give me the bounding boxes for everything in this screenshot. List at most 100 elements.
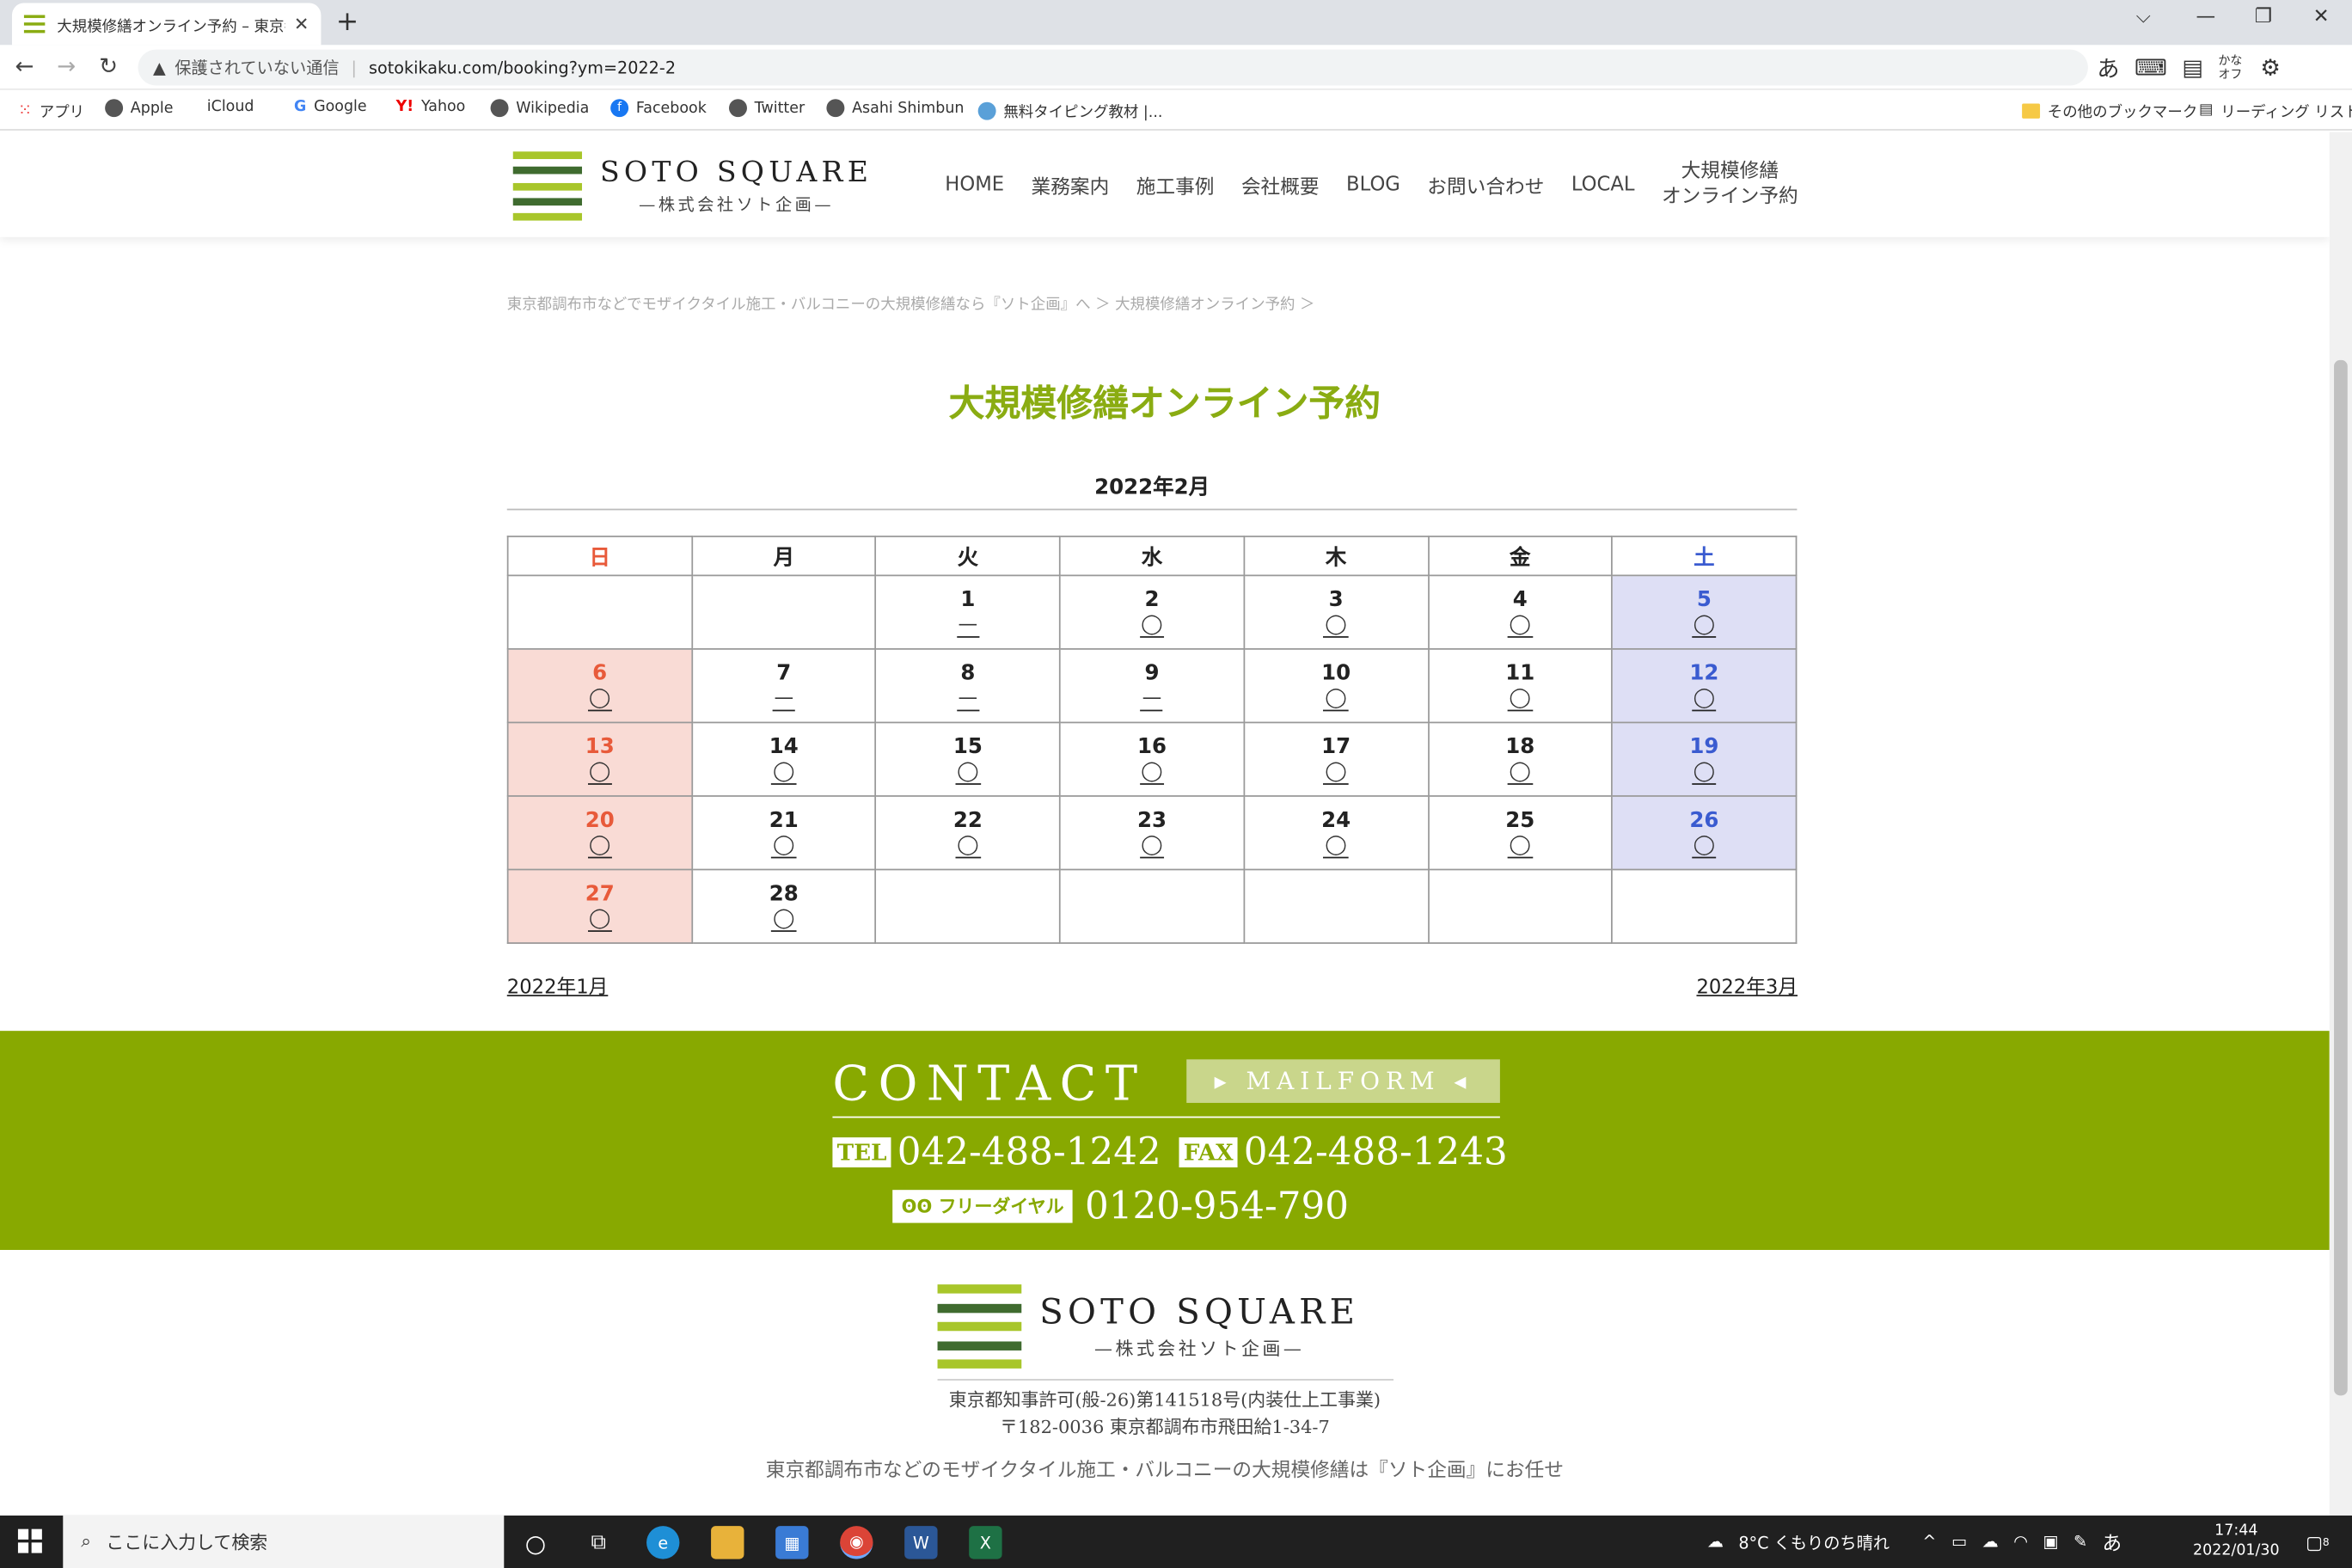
availability-open-mark[interactable]: ◯ [1139, 835, 1165, 859]
calendar-day-cell[interactable]: 21 ◯ [690, 795, 877, 871]
calendar-day-cell[interactable]: 28 ◯ [690, 868, 877, 944]
footer-logo[interactable]: SOTO SQUARE —株式会社ソト企画— [937, 1284, 1360, 1369]
availability-open-mark[interactable]: ◯ [771, 835, 797, 859]
windows-start-icon[interactable] [17, 1528, 42, 1553]
nav-cases[interactable]: 施工事例 [1136, 170, 1215, 199]
calendar-day-cell[interactable]: 17 ◯ [1243, 721, 1430, 797]
calendar-day-cell[interactable]: 5 ◯ [1611, 574, 1798, 650]
bookmark-wikipedia[interactable]: Wikipedia [490, 99, 589, 118]
taskbar-search[interactable]: ⌕ ここに入力して検索 [63, 1515, 505, 1568]
bookmark-twitter[interactable]: Twitter [729, 99, 805, 118]
availability-open-mark[interactable]: ◯ [587, 909, 613, 932]
availability-open-mark[interactable]: ◯ [587, 688, 613, 712]
tab-close-icon[interactable]: ✕ [294, 14, 309, 34]
availability-open-mark[interactable]: ◯ [1139, 615, 1165, 638]
bookmark-apps[interactable]: ⁙ アプリ [18, 99, 84, 121]
calendar-day-cell[interactable]: 20 ◯ [506, 795, 693, 871]
scrollbar-thumb[interactable] [2334, 359, 2348, 1396]
nav-home[interactable]: HOME [945, 174, 1004, 196]
tray-chevron-icon[interactable]: ^ [1922, 1532, 1936, 1552]
weather-cloud-icon[interactable]: ☁ [1707, 1532, 1724, 1552]
calendar-day-cell[interactable]: 12 ◯ [1611, 648, 1798, 724]
bookmark-icloud[interactable]: iCloud [199, 99, 254, 115]
minimize-icon[interactable]: — [2196, 6, 2216, 28]
next-month-link[interactable]: 2022年3月 [1696, 971, 1798, 999]
ime-kana-off-label[interactable]: かな オフ [2218, 54, 2245, 81]
calendar-day-cell[interactable]: 19 ◯ [1611, 721, 1798, 797]
tel-number[interactable]: 042-488-1242 [897, 1130, 1161, 1173]
store-icon[interactable]: ▦ [775, 1526, 809, 1559]
notification-icon[interactable]: ▢ 8 [2301, 1526, 2334, 1559]
file-explorer-icon[interactable] [711, 1526, 744, 1559]
bookmark-other[interactable]: その他のブックマーク [2022, 99, 2197, 121]
calendar-day-cell[interactable]: 23 ◯ [1059, 795, 1245, 871]
pen-icon[interactable]: ✎ [2073, 1532, 2087, 1552]
calendar-day-cell[interactable]: 3 ◯ [1243, 574, 1430, 650]
availability-open-mark[interactable]: ◯ [587, 762, 613, 785]
availability-open-mark[interactable]: ◯ [1323, 835, 1349, 859]
calendar-day-cell[interactable]: 24 ◯ [1243, 795, 1430, 871]
bookmark-typing[interactable]: 無料タイピング教材 |... [977, 99, 1162, 121]
ime-kana-icon[interactable]: あ [2097, 52, 2119, 83]
ime-dictionary-icon[interactable]: ▤ [2182, 54, 2203, 81]
restore-icon[interactable]: ❐ [2255, 6, 2272, 28]
availability-open-mark[interactable]: ◯ [1323, 762, 1349, 785]
nav-local[interactable]: LOCAL [1571, 174, 1635, 196]
address-bar[interactable]: ▲ 保護されていない通信 | sotokikaku.com/booking?ym… [138, 49, 2088, 86]
calendar-day-cell[interactable]: 25 ◯ [1427, 795, 1614, 871]
availability-open-mark[interactable]: ◯ [955, 762, 981, 785]
freedial-number[interactable]: 0120-954-790 [1085, 1184, 1349, 1228]
calendar-day-cell[interactable]: 22 ◯ [874, 795, 1061, 871]
calendar-day-cell[interactable]: 27 ◯ [506, 868, 693, 944]
reading-list[interactable]: ▤ リーディング リスト [2199, 99, 2352, 122]
bookmark-apple[interactable]: Apple [105, 99, 173, 118]
mailform-button[interactable]: ▸ MAILFORM ◂ [1186, 1059, 1500, 1103]
availability-open-mark[interactable]: ◯ [1139, 762, 1165, 785]
onedrive-icon[interactable]: ☁ [1982, 1532, 1999, 1552]
calendar-day-cell[interactable]: 13 ◯ [506, 721, 693, 797]
nav-services[interactable]: 業務案内 [1032, 170, 1110, 199]
availability-open-mark[interactable]: ◯ [955, 835, 981, 859]
nav-booking[interactable]: 大規模修繕 オンライン予約 [1662, 159, 1798, 210]
weather-text[interactable]: 8°C くもりのち晴れ [1738, 1530, 1890, 1554]
forward-arrow-icon[interactable]: → [57, 52, 76, 79]
bookmark-yahoo[interactable]: Y! Yahoo [396, 99, 466, 115]
bookmark-asahi[interactable]: Asahi Shimbun [826, 99, 964, 118]
availability-open-mark[interactable]: ◯ [1507, 688, 1533, 712]
nav-blog[interactable]: BLOG [1346, 174, 1400, 196]
close-window-icon[interactable]: ✕ [2313, 6, 2330, 28]
availability-open-mark[interactable]: ◯ [1323, 615, 1349, 638]
breadcrumb[interactable]: 東京都調布市などでモザイクタイル施工・バルコニーの大規模修繕なら『ソト企画』へ … [507, 291, 1315, 314]
tab-search-chevron-icon[interactable]: ⌵ [2136, 6, 2151, 28]
calendar-day-cell[interactable]: 26 ◯ [1611, 795, 1798, 871]
bookmark-facebook[interactable]: f Facebook [610, 99, 707, 118]
ime-pad-icon[interactable]: ⌨ [2135, 54, 2167, 81]
prev-month-link[interactable]: 2022年1月 [507, 971, 609, 999]
calendar-day-cell[interactable]: 6 ◯ [506, 648, 693, 724]
edge-icon[interactable]: e [646, 1526, 680, 1559]
availability-open-mark[interactable]: ◯ [1507, 615, 1533, 638]
nav-contact[interactable]: お問い合わせ [1427, 170, 1544, 199]
back-arrow-icon[interactable]: ← [15, 52, 34, 79]
availability-open-mark[interactable]: ◯ [1323, 688, 1349, 712]
availability-open-mark[interactable]: ◯ [1691, 615, 1717, 638]
availability-open-mark[interactable]: ◯ [1507, 762, 1533, 785]
calendar-day-cell[interactable]: 4 ◯ [1427, 574, 1614, 650]
calendar-day-cell[interactable]: 7— [690, 648, 877, 724]
availability-open-mark[interactable]: ◯ [587, 835, 613, 859]
calendar-day-cell[interactable]: 8— [874, 648, 1061, 724]
ime-indicator[interactable]: あ [2103, 1528, 2122, 1556]
new-tab-button[interactable]: + [336, 6, 358, 38]
calendar-day-cell[interactable]: 9— [1059, 648, 1245, 724]
security-icon[interactable]: ▣ [2043, 1532, 2058, 1552]
nav-company[interactable]: 会社概要 [1241, 170, 1320, 199]
calendar-day-cell[interactable]: 10 ◯ [1243, 648, 1430, 724]
cortana-icon[interactable]: ○ [519, 1526, 552, 1559]
calendar-day-cell[interactable]: 1— [874, 574, 1061, 650]
wifi-icon[interactable]: ◠ [2013, 1532, 2028, 1552]
reload-icon[interactable]: ↻ [99, 52, 118, 79]
calendar-day-cell[interactable]: 18 ◯ [1427, 721, 1614, 797]
task-view-icon[interactable]: ⧉ [582, 1526, 615, 1559]
calendar-day-cell[interactable]: 15 ◯ [874, 721, 1061, 797]
calendar-day-cell[interactable]: 2 ◯ [1059, 574, 1245, 650]
